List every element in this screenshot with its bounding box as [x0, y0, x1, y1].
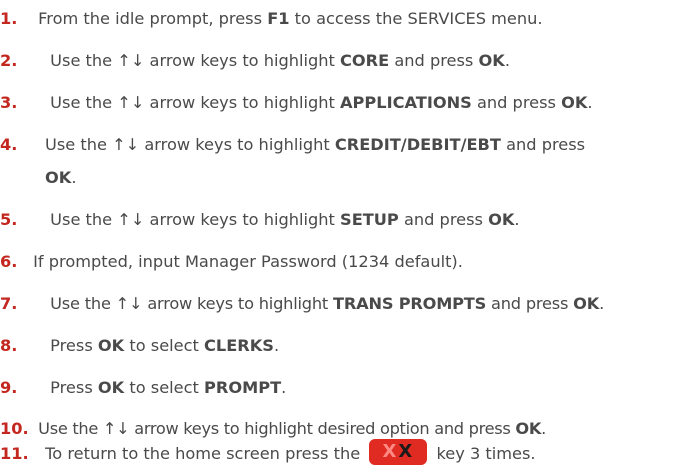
step-7: 7. Use the ↑↓ arrow keys to highlight TR…: [0, 287, 604, 320]
step-number: 6.: [0, 252, 18, 271]
step-text: Press OK to select PROMPT.: [50, 378, 287, 397]
step-6: 6. If prompted, input Manager Password (…: [0, 245, 463, 278]
step-number: 4.: [0, 135, 18, 154]
step-text: From the idle prompt, press F1 to access…: [38, 9, 543, 28]
step-text: Use the ↑↓ arrow keys to highlight CORE …: [50, 51, 510, 70]
step-text-continued: OK.: [45, 168, 77, 187]
step-9: 9. Press OK to select PROMPT.: [0, 371, 286, 404]
step-number: 3.: [0, 93, 18, 112]
x-key-icon: XX: [369, 438, 428, 465]
step-5: 5. Use the ↑↓ arrow keys to highlight SE…: [0, 203, 520, 236]
step-11: 11. To return to the home screen press t…: [0, 437, 536, 470]
step-text: Use the ↑↓ arrow keys to highlight APPLI…: [50, 93, 593, 112]
step-text: Use the ↑↓ arrow keys to highlight CREDI…: [45, 135, 586, 154]
step-4: 4. Use the ↑↓ arrow keys to highlight CRE…: [0, 128, 682, 194]
step-text: To return to the home screen press the X…: [45, 438, 536, 465]
step-1: 1. From the idle prompt, press F1 to acc…: [0, 2, 543, 35]
step-text: If prompted, input Manager Password (123…: [33, 252, 463, 271]
step-number: 2.: [0, 51, 18, 70]
step-text: Use the ↑↓ arrow keys to highlight desir…: [38, 419, 546, 438]
step-number: 7.: [0, 294, 18, 313]
step-number: 9.: [0, 378, 18, 397]
step-8: 8. Press OK to select CLERKS.: [0, 329, 279, 362]
step-text: Press OK to select CLERKS.: [50, 336, 280, 355]
step-number: 5.: [0, 210, 18, 229]
step-number: 11.: [0, 444, 29, 463]
step-2: 2. Use the ↑↓ arrow keys to highlight CO…: [0, 44, 510, 77]
step-text: Use the ↑↓ arrow keys to highlight SETUP…: [50, 210, 520, 229]
step-number: 1.: [0, 9, 18, 28]
step-number: 8.: [0, 336, 18, 355]
step-3: 3. Use the ↑↓ arrow keys to highlight AP…: [0, 86, 593, 119]
step-text: Use the ↑↓ arrow keys to highlight TRANS…: [50, 294, 605, 313]
